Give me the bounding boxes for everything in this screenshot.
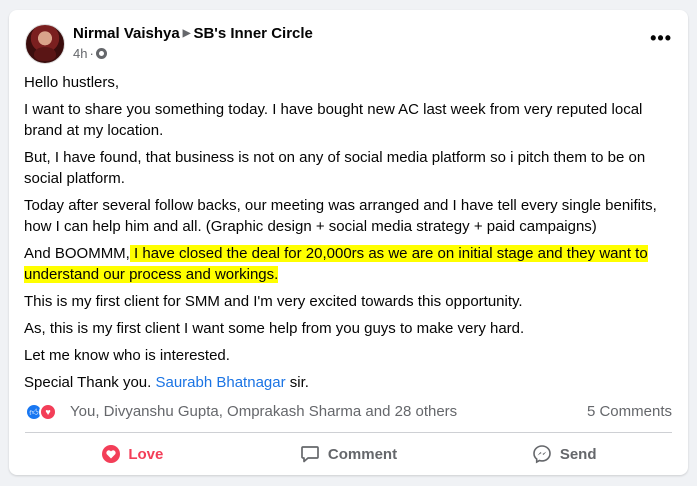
mention-link[interactable]: Saurabh Bhatnagar [155, 374, 285, 391]
heart-icon [102, 445, 121, 463]
post-title-line: Nirmal Vaishya ▶ SB's Inner Circle [73, 25, 313, 42]
post-body: Hello hustlers, I want to share you some… [24, 72, 674, 399]
post-paragraph: As, this is my first client I want some … [24, 320, 525, 337]
action-bar: Love Comment Send [25, 438, 672, 470]
reactors-summary[interactable]: You, Divyanshu Gupta, Omprakash Sharma a… [70, 403, 457, 420]
author-avatar[interactable] [25, 24, 65, 64]
post-paragraph: And BOOMMM, I have closed the deal for 2… [24, 243, 674, 285]
post-paragraph: Hello hustlers, [24, 74, 120, 91]
post-text: Special Thank you. [24, 374, 156, 391]
caret-right-icon: ▶ [182, 28, 191, 39]
post-meta: 4h · [73, 46, 107, 61]
reactions-bar: 👍︎ ♥ You, Divyanshu Gupta, Omprakash Sha… [25, 402, 672, 422]
post-paragraph: Special Thank you. Saurabh Bhatnagar sir… [24, 372, 674, 393]
post-card: Nirmal Vaishya ▶ SB's Inner Circle 4h · •••… [9, 10, 688, 475]
post-paragraph: Let me know who is interested. [24, 347, 230, 364]
comment-button[interactable]: Comment [241, 438, 457, 470]
comment-icon [300, 444, 320, 464]
love-button[interactable]: Love [25, 438, 241, 470]
post-timestamp[interactable]: 4h [73, 46, 87, 61]
group-name[interactable]: SB's Inner Circle [193, 25, 312, 42]
post-header: Nirmal Vaishya ▶ SB's Inner Circle 4h · ••• [25, 24, 672, 66]
reaction-icons[interactable]: 👍︎ ♥ [25, 403, 65, 421]
post-paragraph: I want to share you something today. I h… [24, 101, 643, 139]
author-name[interactable]: Nirmal Vaishya [73, 25, 180, 42]
love-button-label: Love [128, 445, 164, 463]
divider [25, 432, 672, 433]
send-button[interactable]: Send [456, 438, 672, 470]
comments-count[interactable]: 5 Comments [587, 403, 672, 420]
meta-separator: · [89, 46, 94, 61]
post-paragraph: Today after several follow backs, our me… [24, 197, 657, 235]
send-button-label: Send [559, 445, 597, 463]
post-text: And BOOMMM, [24, 245, 130, 262]
comment-button-label: Comment [327, 445, 398, 463]
post-paragraph: This is my first client for SMM and I'm … [24, 293, 523, 310]
love-icon: ♥ [39, 403, 57, 421]
messenger-icon [532, 444, 552, 464]
post-text: sir. [285, 374, 309, 391]
globe-icon[interactable] [95, 48, 107, 59]
post-paragraph: But, I have found, that business is not … [24, 149, 646, 187]
more-options-icon[interactable]: ••• [650, 29, 672, 47]
